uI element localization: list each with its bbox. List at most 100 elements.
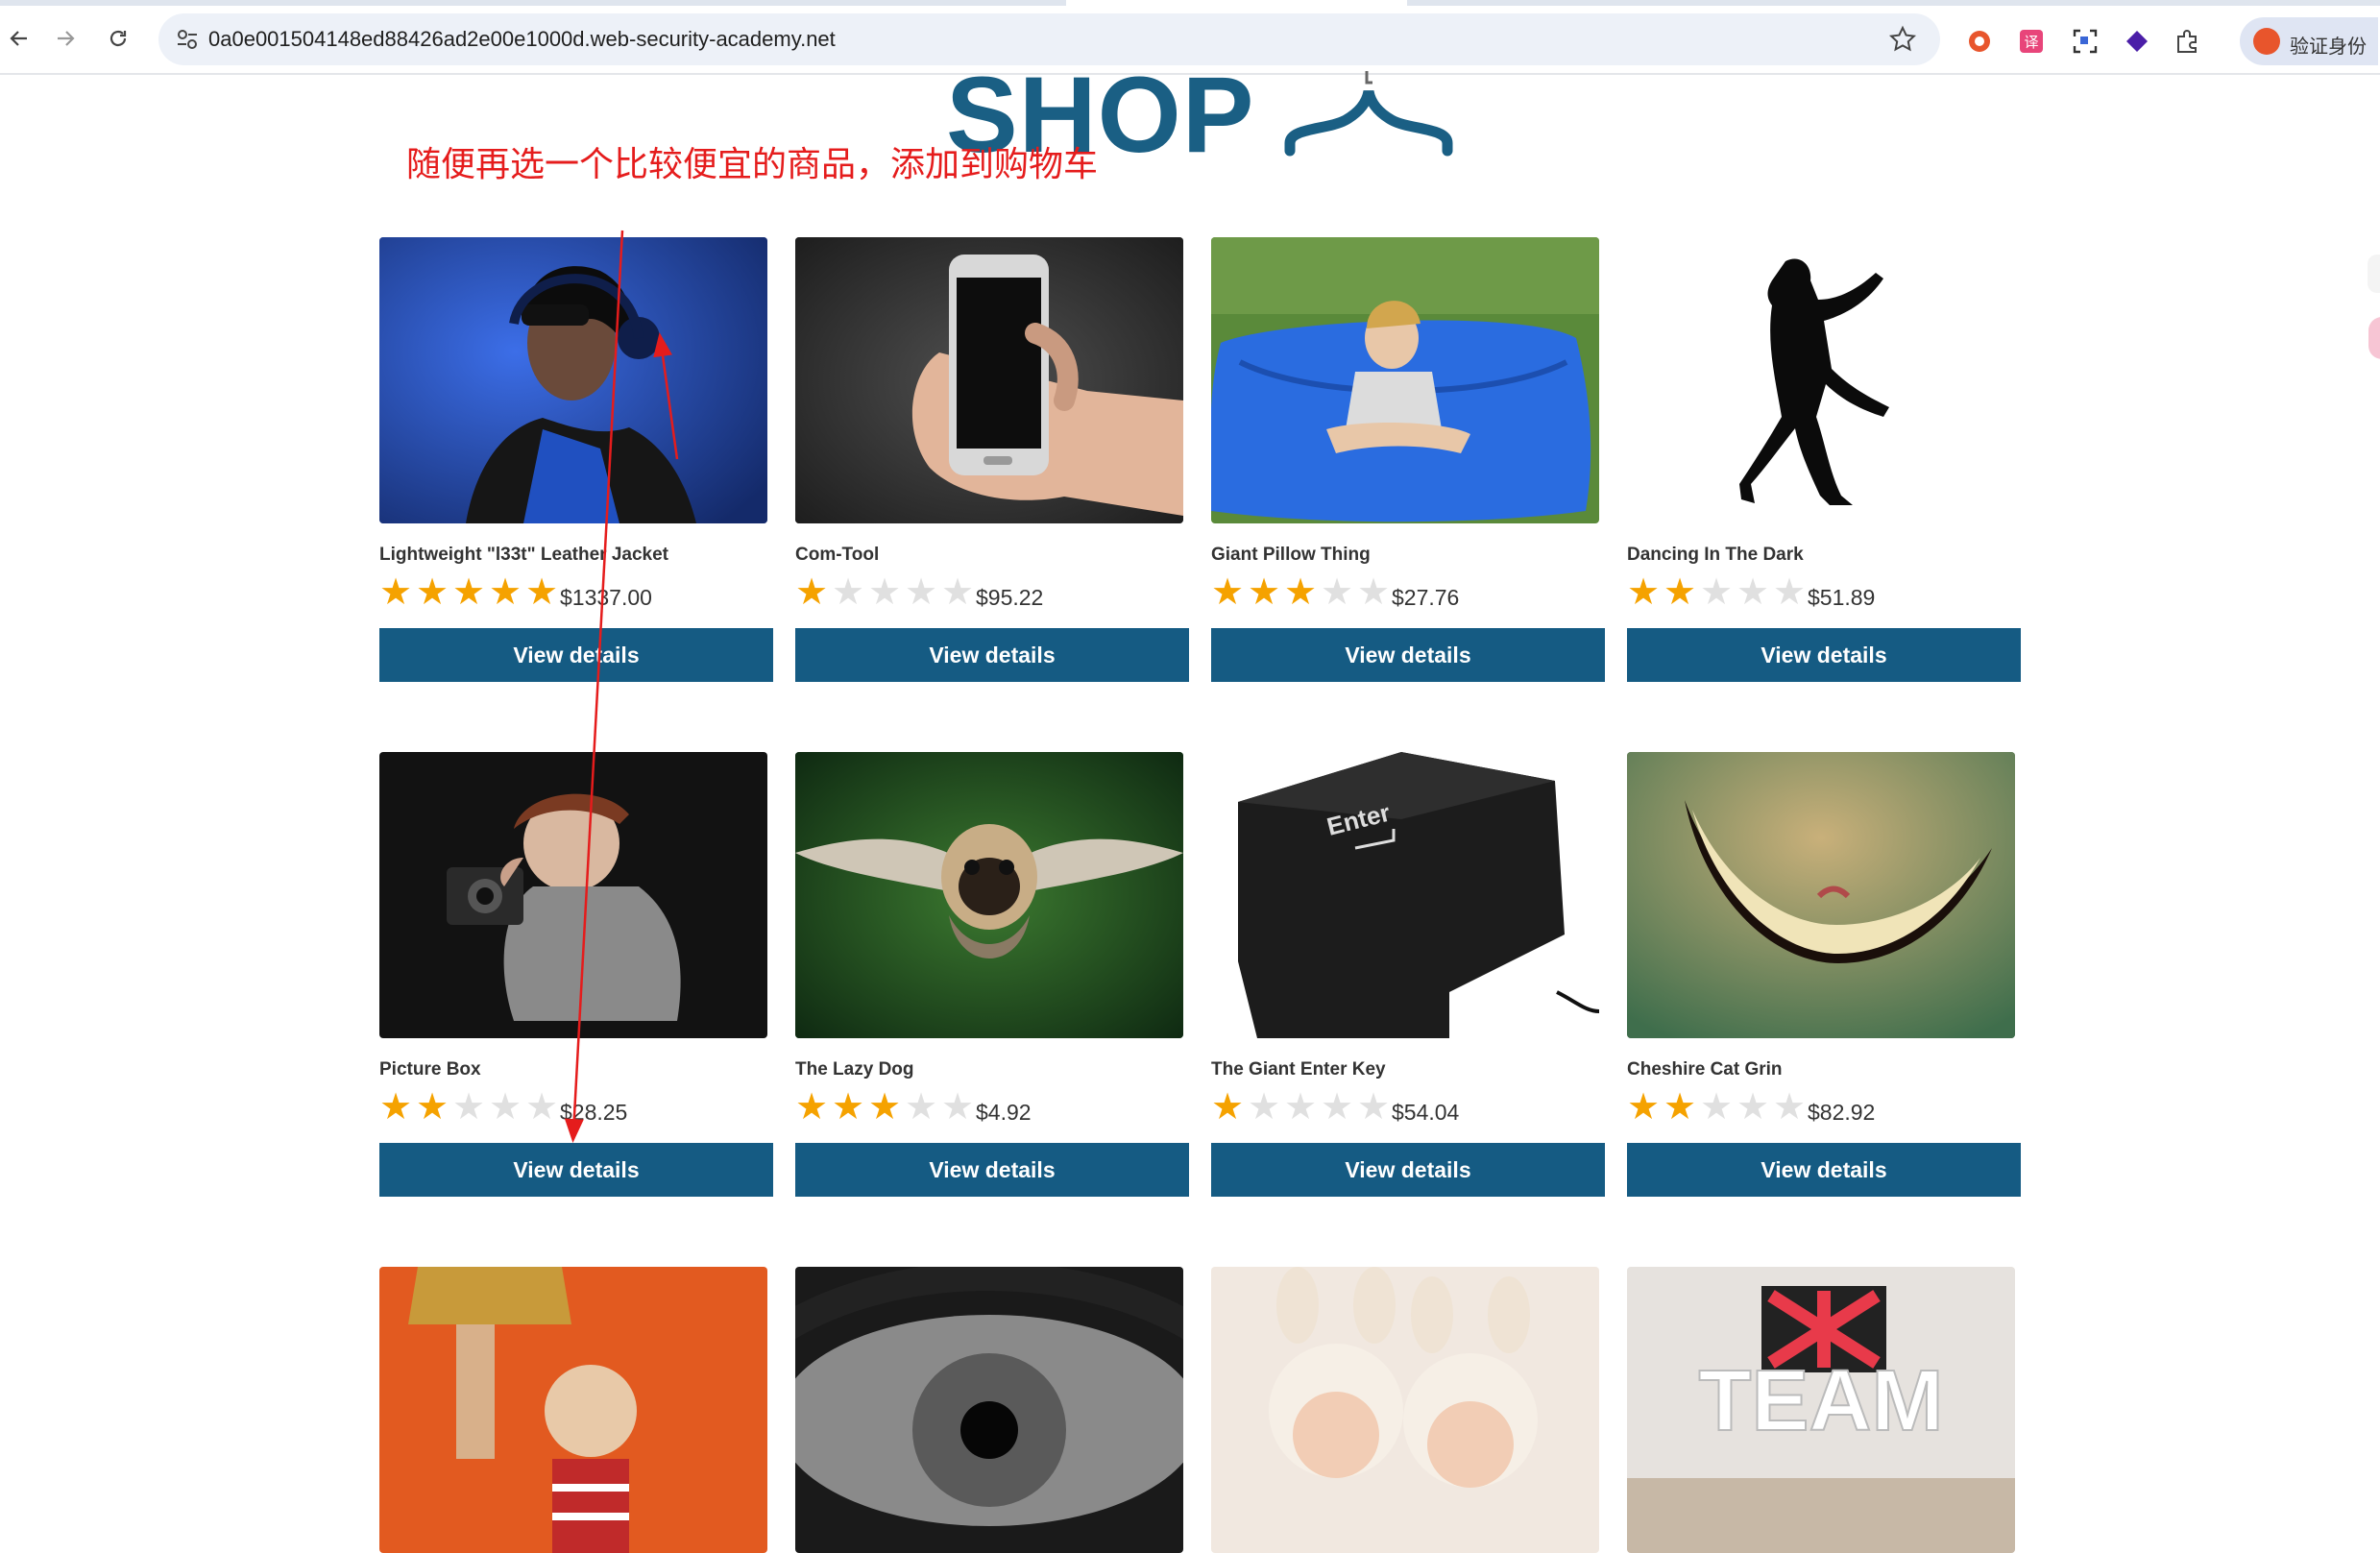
star-empty-icon: ★ (1773, 572, 1807, 613)
star-filled-icon: ★ (1248, 572, 1281, 613)
product-image[interactable] (795, 1267, 1183, 1553)
product-image[interactable] (379, 1267, 767, 1553)
star-filled-icon: ★ (489, 572, 522, 613)
star-filled-icon: ★ (1627, 572, 1661, 613)
star-filled-icon: ★ (795, 1087, 829, 1128)
reload-icon[interactable] (99, 19, 137, 58)
forward-icon[interactable] (46, 19, 85, 58)
product-name: Cheshire Cat Grin (1627, 1059, 1783, 1080)
star-empty-icon: ★ (1357, 572, 1391, 613)
view-details-button[interactable]: View details (379, 628, 773, 682)
side-widget[interactable] (2368, 255, 2380, 293)
product-name: The Giant Enter Key (1211, 1059, 1386, 1080)
view-details-button[interactable]: View details (1211, 1143, 1605, 1197)
star-filled-icon: ★ (416, 572, 449, 613)
view-details-button[interactable]: View details (795, 628, 1189, 682)
site-settings-icon[interactable] (174, 26, 201, 53)
rating-stars: ★ ★ ★ ★ ★ (1211, 572, 1394, 613)
star-empty-icon: ★ (1321, 1087, 1354, 1128)
product-price: $28.25 (560, 1100, 628, 1125)
product-price: $1337.00 (560, 585, 652, 610)
star-filled-icon: ★ (868, 1087, 902, 1128)
star-filled-icon: ★ (416, 1087, 449, 1128)
star-filled-icon: ★ (1627, 1087, 1661, 1128)
star-empty-icon: ★ (832, 572, 865, 613)
product-name: The Lazy Dog (795, 1059, 914, 1080)
star-empty-icon: ★ (489, 1087, 522, 1128)
star-empty-icon: ★ (868, 572, 902, 613)
product-image[interactable] (379, 237, 767, 523)
product-name: Dancing In The Dark (1627, 545, 1804, 565)
bookmark-star-icon[interactable] (1887, 24, 1918, 55)
product-image[interactable] (1627, 237, 2015, 523)
star-empty-icon: ★ (1248, 1087, 1281, 1128)
extension-circle-icon[interactable] (1965, 27, 1994, 56)
star-empty-icon: ★ (1284, 1087, 1318, 1128)
star-filled-icon: ★ (1664, 1087, 1697, 1128)
star-filled-icon: ★ (1211, 572, 1245, 613)
star-empty-icon: ★ (1773, 1087, 1807, 1128)
product-name: Com-Tool (795, 545, 880, 565)
avatar (2253, 28, 2280, 55)
rating-stars: ★ ★ ★ ★ ★ (795, 1087, 978, 1128)
star-empty-icon: ★ (905, 572, 938, 613)
product-price: $95.22 (976, 585, 1044, 610)
extension-cube-icon[interactable] (2123, 27, 2151, 56)
extensions-puzzle-icon[interactable] (2173, 27, 2201, 56)
product-image[interactable] (795, 752, 1183, 1038)
star-empty-icon: ★ (1736, 1087, 1770, 1128)
product-image[interactable] (379, 752, 767, 1038)
red-annotation-text: 随便再选一个比较便宜的商品，添加到购物车 (406, 145, 1099, 184)
view-details-button[interactable]: View details (379, 1143, 773, 1197)
rating-stars: ★ ★ ★ ★ ★ (1627, 1087, 1809, 1128)
svg-text:译: 译 (2024, 34, 2038, 51)
annotation-arrows (564, 230, 679, 1143)
product-image[interactable] (795, 237, 1183, 523)
star-empty-icon: ★ (1700, 572, 1734, 613)
product-image[interactable] (1211, 1267, 1599, 1553)
extension-scan-icon[interactable] (2071, 27, 2100, 56)
star-filled-icon: ★ (1211, 1087, 1245, 1128)
product-name: Lightweight "l33t" Leather Jacket (379, 545, 668, 565)
side-widget-pink[interactable] (2368, 317, 2380, 359)
product-image[interactable]: Enter (1211, 752, 1599, 1038)
extension-translate-icon[interactable]: 译 (2017, 27, 2046, 56)
rating-stars: ★ ★ ★ ★ ★ (379, 1087, 562, 1128)
star-empty-icon: ★ (1736, 572, 1770, 613)
svg-text:TEAM: TEAM (1699, 1353, 1944, 1449)
star-empty-icon: ★ (525, 1087, 559, 1128)
product-image[interactable]: TEAM (1627, 1267, 2015, 1553)
view-details-button[interactable]: View details (795, 1143, 1189, 1197)
product-name: Giant Pillow Thing (1211, 545, 1371, 565)
star-empty-icon: ★ (941, 1087, 975, 1128)
rating-stars: ★ ★ ★ ★ ★ (379, 572, 562, 613)
product-name: Picture Box (379, 1059, 481, 1080)
rating-stars: ★ ★ ★ ★ ★ (1211, 1087, 1394, 1128)
back-icon[interactable] (0, 19, 38, 58)
star-empty-icon: ★ (905, 1087, 938, 1128)
rating-stars: ★ ★ ★ ★ ★ (795, 572, 978, 613)
url-text[interactable]: 0a0e001504148ed88426ad2e00e1000d.web-sec… (208, 27, 836, 52)
star-filled-icon: ★ (832, 1087, 865, 1128)
star-filled-icon: ★ (525, 572, 559, 613)
view-details-button[interactable]: View details (1627, 1143, 2021, 1197)
star-empty-icon: ★ (1357, 1087, 1391, 1128)
product-price: $51.89 (1808, 585, 1876, 610)
view-details-button[interactable]: View details (1627, 628, 2021, 682)
star-empty-icon: ★ (452, 1087, 486, 1128)
star-empty-icon: ★ (1700, 1087, 1734, 1128)
star-empty-icon: ★ (1321, 572, 1354, 613)
product-price: $82.92 (1808, 1100, 1876, 1125)
product-price: $54.04 (1392, 1100, 1460, 1125)
star-filled-icon: ★ (1284, 572, 1318, 613)
view-details-button[interactable]: View details (1211, 628, 1605, 682)
hanger-logo-icon (1284, 71, 1453, 157)
profile-button[interactable]: 验证身份 (2240, 17, 2378, 65)
product-image[interactable] (1627, 752, 2015, 1038)
product-image[interactable] (1211, 237, 1599, 523)
star-filled-icon: ★ (1664, 572, 1697, 613)
rating-stars: ★ ★ ★ ★ ★ (1627, 572, 1809, 613)
star-filled-icon: ★ (379, 572, 413, 613)
star-empty-icon: ★ (941, 572, 975, 613)
star-filled-icon: ★ (795, 572, 829, 613)
